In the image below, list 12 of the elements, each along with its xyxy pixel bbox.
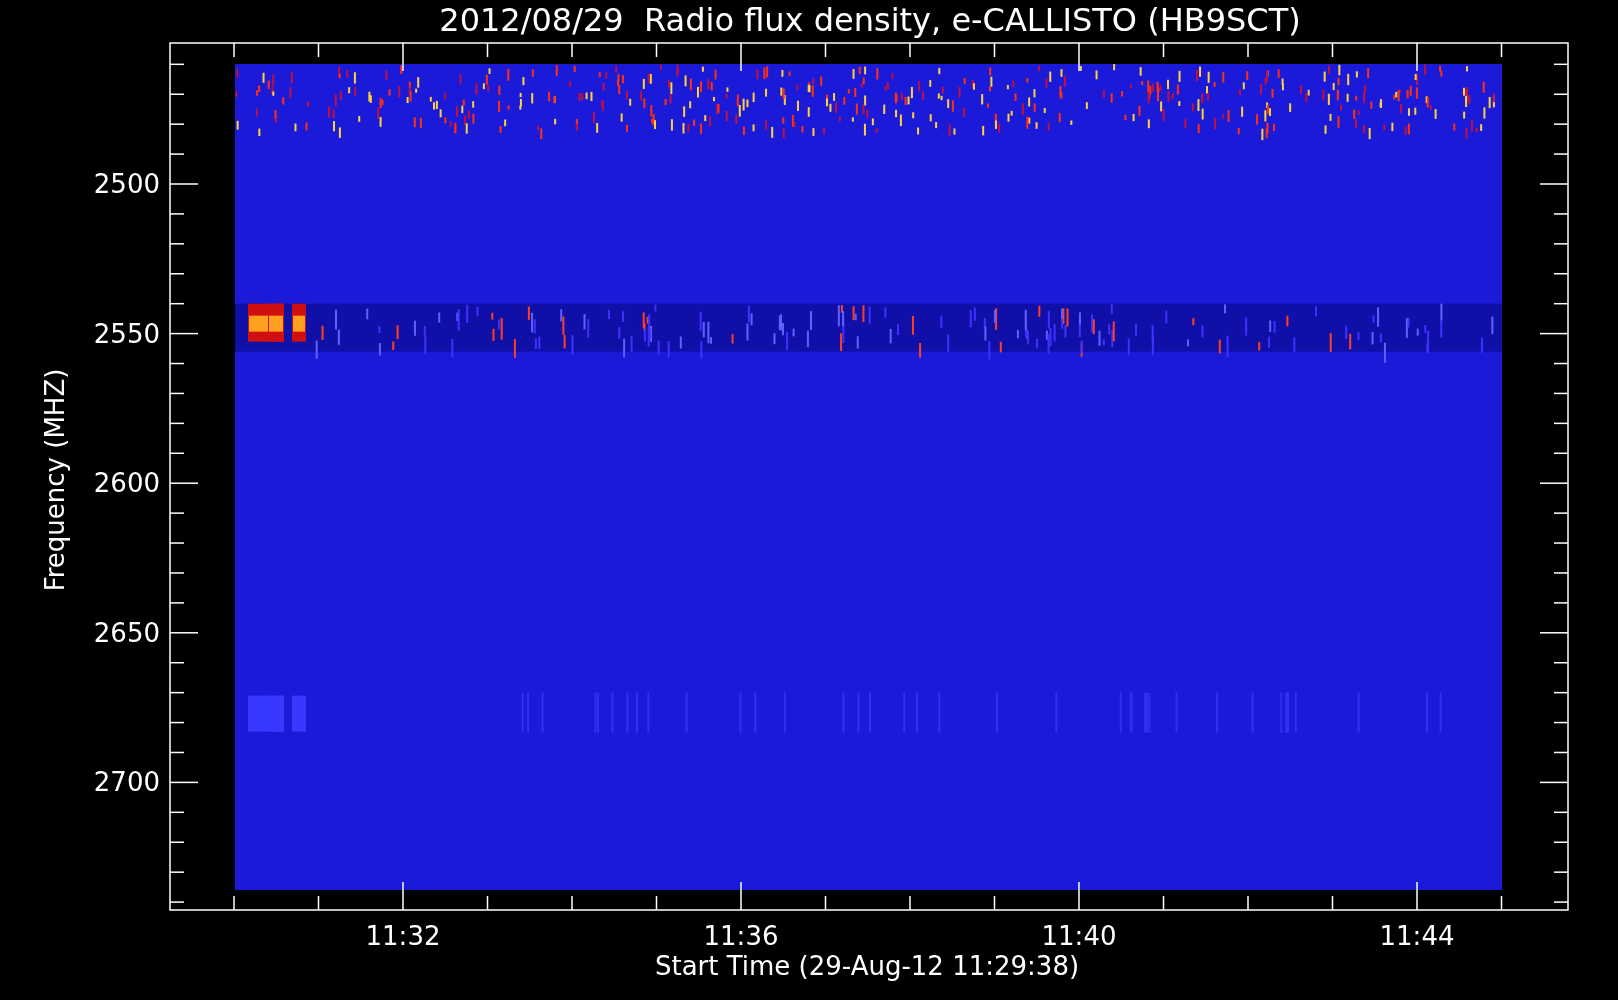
x-axis-label: Start Time (29-Aug-12 11:29:38) bbox=[654, 951, 1080, 981]
y-tick-label: 2550 bbox=[93, 318, 160, 349]
y-tick-label: 2700 bbox=[93, 767, 160, 798]
y-tick-label: 2650 bbox=[93, 617, 160, 648]
y-axis-label: Frequency (MHZ) bbox=[40, 368, 70, 592]
x-tick-label: 11:32 bbox=[365, 921, 441, 951]
chart-title: 2012/08/29 Radio flux density, e-CALLISTO (HB9SCT) bbox=[439, 1, 1301, 39]
y-tick-label: 2500 bbox=[93, 169, 160, 199]
y-tick-label: 2600 bbox=[93, 468, 160, 499]
x-tick-label: 11:40 bbox=[1041, 921, 1117, 951]
x-tick-label: 11:36 bbox=[703, 921, 779, 951]
x-tick-label: 11:44 bbox=[1379, 921, 1455, 951]
